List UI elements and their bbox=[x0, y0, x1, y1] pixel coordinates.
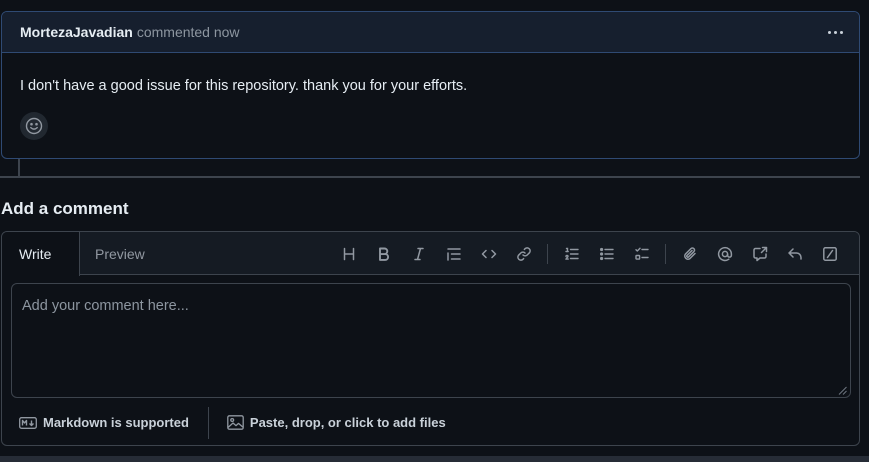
mention-icon[interactable] bbox=[707, 242, 742, 266]
timeline-comment: MortezaJavadian commented now I don't ha… bbox=[1, 11, 860, 159]
comment-body: I don't have a good issue for this repos… bbox=[20, 78, 468, 94]
quote-icon[interactable] bbox=[436, 242, 471, 266]
code-icon[interactable] bbox=[471, 242, 506, 266]
comment-editor: Write Preview Add your comment here... M… bbox=[1, 231, 860, 446]
smiley-icon[interactable] bbox=[20, 112, 48, 140]
attach-files-button[interactable]: Paste, drop, or click to add files bbox=[227, 415, 446, 430]
resize-handle-icon[interactable] bbox=[838, 386, 847, 395]
comment-header: MortezaJavadian commented now bbox=[2, 12, 859, 53]
footer-divider bbox=[207, 406, 209, 439]
toolbar-divider bbox=[547, 244, 548, 264]
attach-icon[interactable] bbox=[672, 242, 707, 266]
markdown-icon bbox=[19, 416, 37, 429]
comment-author-link[interactable]: MortezaJavadian bbox=[20, 24, 133, 40]
attach-label: Paste, drop, or click to add files bbox=[249, 415, 446, 430]
kebab-horizontal-icon[interactable] bbox=[823, 22, 847, 42]
markdown-help-link[interactable]: Markdown is supported bbox=[19, 415, 189, 430]
comment-timestamp[interactable]: commented now bbox=[137, 24, 240, 40]
cross-reference-icon[interactable] bbox=[742, 242, 777, 266]
tab-preview[interactable]: Preview bbox=[78, 232, 162, 276]
markdown-toolbar bbox=[331, 242, 847, 266]
ordered-list-icon[interactable] bbox=[554, 242, 589, 266]
timeline-line bbox=[18, 159, 20, 177]
tab-write[interactable]: Write bbox=[2, 232, 80, 276]
italic-icon[interactable] bbox=[401, 242, 436, 266]
comment-textarea[interactable] bbox=[11, 283, 851, 398]
timeline-divider bbox=[0, 176, 860, 178]
bold-icon[interactable] bbox=[366, 242, 401, 266]
toolbar-divider bbox=[665, 244, 666, 264]
task-list-icon[interactable] bbox=[624, 242, 659, 266]
add-comment-heading: Add a comment bbox=[1, 199, 129, 218]
slash-commands-icon[interactable] bbox=[812, 242, 847, 266]
unordered-list-icon[interactable] bbox=[589, 242, 624, 266]
saved-reply-icon[interactable] bbox=[777, 242, 812, 266]
issue-page: MortezaJavadian commented now I don't ha… bbox=[0, 0, 869, 462]
bottom-scroll-strip bbox=[0, 456, 869, 462]
editor-header: Write Preview bbox=[2, 232, 859, 276]
heading-icon[interactable] bbox=[331, 242, 366, 266]
editor-footer: Markdown is supported Paste, drop, or cl… bbox=[2, 406, 859, 439]
markdown-label: Markdown is supported bbox=[43, 415, 189, 430]
image-icon bbox=[227, 415, 244, 430]
link-icon[interactable] bbox=[506, 242, 541, 266]
